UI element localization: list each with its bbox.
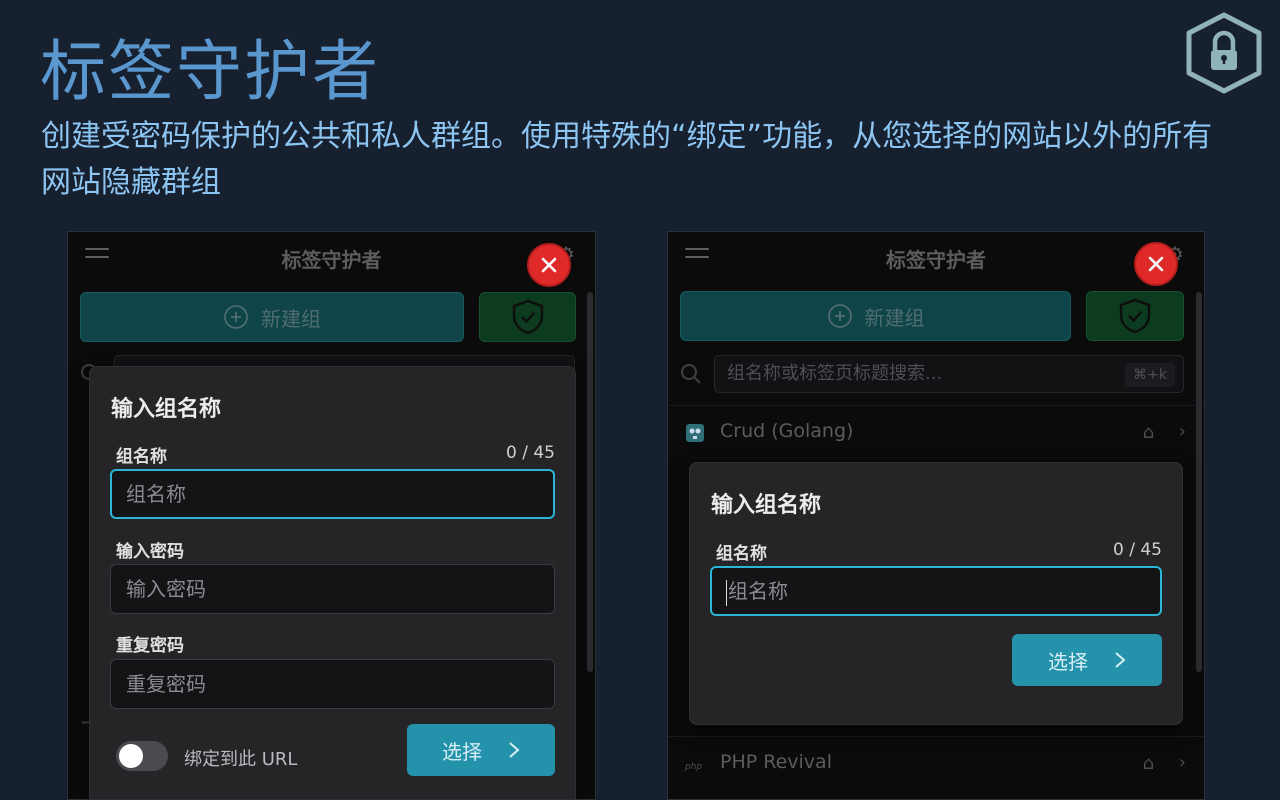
left-screenshot-panel: 标签守护者 ⚙ 新建组 — 输入组名称 组名称 0 / 45 组名称 输入密码 … — [67, 231, 596, 800]
close-button[interactable] — [527, 243, 571, 287]
right-screenshot-panel: 标签守护者 ⚙ 新建组 组名称或标签页标题搜索... ⌘+k Crud (Gol… — [667, 231, 1205, 800]
search-shortcut: ⌘+k — [1125, 363, 1175, 387]
new-group-label: 新建组 — [261, 306, 321, 331]
bind-url-toggle[interactable] — [116, 741, 168, 771]
app-header: 标签守护者 ⚙ — [68, 232, 595, 284]
plus-circle-icon — [827, 304, 852, 328]
group-name-placeholder: 组名称 — [728, 579, 788, 603]
list-item-label: Crud (Golang) — [720, 420, 854, 442]
toggle-knob — [119, 744, 143, 768]
group-name-counter: 0 / 45 — [506, 443, 555, 463]
bind-url-label: 绑定到此 URL — [184, 749, 298, 770]
group-name-input[interactable]: 组名称 — [110, 469, 555, 519]
select-button[interactable]: 选择 — [407, 724, 555, 776]
gopher-icon — [686, 424, 704, 442]
select-label: 选择 — [1048, 649, 1088, 674]
chevron-right-icon[interactable]: › — [1179, 752, 1186, 773]
new-group-button[interactable]: 新建组 — [80, 292, 464, 342]
group-name-label: 组名称 — [716, 544, 767, 564]
list-item[interactable]: php PHP Revival ⌂ › — [668, 736, 1204, 790]
repeat-password-input[interactable]: 重复密码 — [110, 659, 555, 709]
app-title: 标签守护者 — [281, 248, 382, 272]
password-label: 输入密码 — [116, 542, 184, 562]
protect-button[interactable] — [1086, 291, 1184, 341]
close-button[interactable] — [1134, 242, 1178, 286]
new-group-label: 新建组 — [864, 305, 925, 330]
group-name-label: 组名称 — [116, 447, 167, 467]
dialog-title: 输入组名称 — [111, 397, 222, 422]
hero-title: 标签守护者 — [40, 33, 380, 110]
search-row: 组名称或标签页标题搜索... ⌘+k — [680, 355, 1184, 393]
chevron-right-icon — [509, 742, 520, 758]
list-item[interactable]: Crud (Golang) ⌂ › — [668, 405, 1204, 459]
search-placeholder: 组名称或标签页标题搜索... — [727, 363, 943, 384]
text-caret — [726, 579, 727, 606]
svg-text:php: php — [684, 762, 702, 772]
plus-circle-icon — [224, 305, 248, 329]
group-name-dialog: 输入组名称 组名称 0 / 45 组名称 选择 — [689, 462, 1183, 725]
pin-icon[interactable]: ⌂ — [1143, 753, 1154, 774]
hero-subtitle: 创建受密码保护的公共和私人群组。使用特殊的“绑定”功能，从您选择的网站以外的所有… — [41, 119, 1213, 200]
protect-button[interactable] — [479, 292, 576, 342]
group-name-dialog: 输入组名称 组名称 0 / 45 组名称 输入密码 输入密码 重复密码 重复密码… — [89, 366, 576, 799]
lock-shield-logo-icon — [1186, 12, 1262, 94]
app-header: 标签守护者 ⚙ — [668, 232, 1204, 284]
password-input[interactable]: 输入密码 — [110, 564, 555, 614]
chevron-right-icon[interactable]: › — [1179, 421, 1186, 442]
list-item-label: PHP Revival — [720, 751, 832, 773]
select-label: 选择 — [442, 739, 482, 764]
search-icon — [681, 364, 701, 384]
php-icon: php — [684, 762, 702, 772]
group-name-input[interactable]: 组名称 — [710, 566, 1162, 616]
pin-icon[interactable]: ⌂ — [1143, 422, 1154, 443]
group-name-counter: 0 / 45 — [1113, 540, 1162, 560]
scrollbar[interactable] — [587, 292, 593, 672]
close-icon — [1148, 256, 1164, 272]
app-title: 标签守护者 — [886, 248, 986, 272]
close-icon — [541, 257, 557, 273]
shield-check-icon — [1119, 298, 1151, 334]
repeat-password-label: 重复密码 — [116, 636, 184, 656]
select-button[interactable]: 选择 — [1012, 634, 1162, 686]
shield-check-icon — [512, 299, 543, 335]
new-group-button[interactable]: 新建组 — [680, 291, 1071, 341]
scrollbar[interactable] — [1196, 292, 1202, 672]
chevron-right-icon — [1115, 652, 1126, 668]
dialog-title: 输入组名称 — [711, 493, 822, 518]
search-input[interactable]: 组名称或标签页标题搜索... ⌘+k — [714, 355, 1184, 393]
